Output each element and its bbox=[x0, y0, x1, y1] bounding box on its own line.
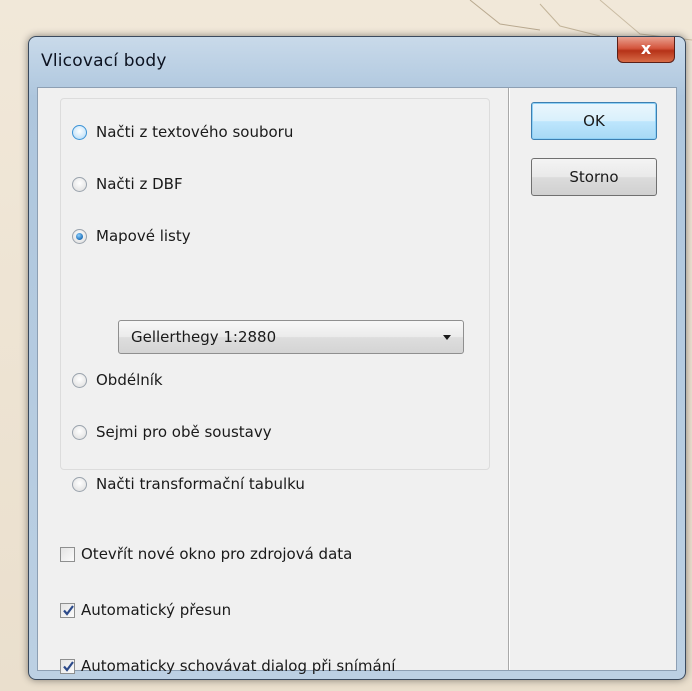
check-auto-hide-dialog[interactable]: Automaticky schovávat dialog při snímání bbox=[60, 654, 395, 678]
radio-capture-both-systems[interactable]: Sejmi pro obě soustavy bbox=[72, 420, 272, 444]
radio-label: Načti z DBF bbox=[96, 175, 183, 193]
radio-load-dbf[interactable]: Načti z DBF bbox=[72, 172, 183, 196]
radio-map-sheets[interactable]: Mapové listy bbox=[72, 224, 191, 248]
check-auto-move[interactable]: Automatický přesun bbox=[60, 598, 231, 622]
radio-button[interactable] bbox=[72, 424, 87, 440]
radio-label: Načti transformační tabulku bbox=[96, 475, 305, 493]
radio-load-text-file[interactable]: Načti z textového souboru bbox=[72, 120, 293, 144]
radio-label: Mapové listy bbox=[96, 227, 191, 245]
checkbox[interactable] bbox=[60, 546, 75, 562]
checkbox[interactable] bbox=[60, 602, 75, 618]
vertical-divider bbox=[508, 88, 510, 670]
radio-label: Načti z textového souboru bbox=[96, 123, 294, 141]
radio-button[interactable] bbox=[72, 372, 87, 388]
checkbox-label: Automaticky schovávat dialog při snímání bbox=[81, 657, 396, 675]
check-open-new-window[interactable]: Otevřít nové okno pro zdrojová data bbox=[60, 542, 352, 566]
checkmark-icon bbox=[63, 604, 74, 616]
chevron-down-icon bbox=[443, 335, 451, 340]
select-value: Gellerthegy 1:2880 bbox=[131, 328, 277, 346]
radio-load-transform-table[interactable]: Načti transformační tabulku bbox=[72, 472, 305, 496]
close-button[interactable]: x bbox=[617, 37, 675, 63]
title-bar[interactable]: Vlicovací body x bbox=[29, 37, 685, 87]
checkbox-label: Automatický přesun bbox=[81, 601, 232, 619]
radio-rectangle[interactable]: Obdélník bbox=[72, 368, 163, 392]
close-icon: x bbox=[640, 39, 652, 58]
cancel-button[interactable]: Storno bbox=[531, 158, 657, 196]
radio-button[interactable] bbox=[72, 228, 87, 244]
dialog-title: Vlicovací body bbox=[41, 51, 167, 71]
map-sheet-select[interactable]: Gellerthegy 1:2880 bbox=[118, 320, 464, 354]
radio-button[interactable] bbox=[72, 476, 87, 492]
checkbox[interactable] bbox=[60, 658, 75, 674]
ok-button[interactable]: OK bbox=[531, 102, 657, 140]
checkbox-label: Otevřít nové okno pro zdrojová data bbox=[81, 545, 353, 563]
dialog-client-area: Načti z textového souboru Načti z DBF Ma… bbox=[37, 87, 677, 675]
radio-label: Sejmi pro obě soustavy bbox=[96, 423, 272, 441]
radio-button[interactable] bbox=[72, 124, 87, 140]
radio-label: Obdélník bbox=[96, 371, 163, 389]
source-options-group bbox=[60, 98, 490, 470]
dialog-window: Vlicovací body x Načti z textového soubo… bbox=[28, 36, 686, 680]
checkmark-icon bbox=[63, 660, 74, 672]
radio-button[interactable] bbox=[72, 176, 87, 192]
